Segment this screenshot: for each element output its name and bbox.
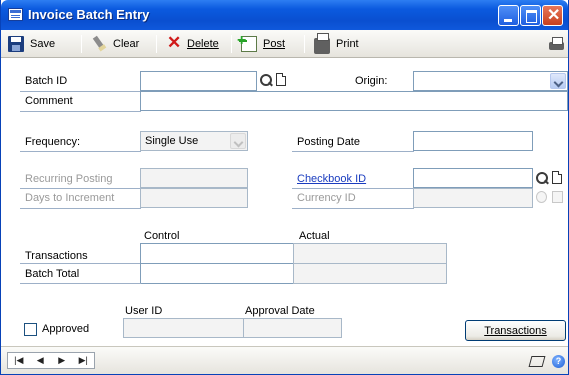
user-id-label: User ID: [125, 305, 163, 317]
delete-button[interactable]: ✕ Delete: [165, 33, 219, 52]
transactions-control-field[interactable]: [140, 243, 294, 264]
window-title: Invoice Batch Entry: [28, 7, 150, 22]
transactions-actual-field: [293, 243, 447, 264]
first-record-button[interactable]: |◀: [8, 353, 30, 368]
toolbar-separator: [231, 35, 232, 53]
post-label: Post: [263, 38, 286, 50]
batch-total-control-field[interactable]: [140, 263, 294, 284]
origin-label: Origin:: [355, 75, 388, 87]
transactions-button[interactable]: Transactions: [465, 320, 566, 341]
actual-column-header: Actual: [299, 230, 330, 242]
days-to-increment-label: Days to Increment: [25, 192, 115, 204]
comment-field[interactable]: [140, 91, 568, 111]
batch-id-field[interactable]: [140, 71, 257, 91]
row-divider: [20, 283, 141, 284]
row-divider: [20, 263, 141, 264]
approval-date-field: [243, 318, 342, 338]
row-divider: [20, 208, 141, 209]
approved-checkbox[interactable]: [24, 323, 37, 336]
days-to-increment-field: [140, 188, 248, 208]
help-icon[interactable]: ?: [552, 355, 565, 368]
control-column-header: Control: [144, 230, 180, 242]
currency-lookup-icon: [536, 191, 547, 203]
previous-record-button[interactable]: ◀: [30, 353, 52, 368]
frequency-label: Frequency:: [25, 136, 81, 148]
user-id-field: [123, 318, 244, 338]
note-icon[interactable]: [276, 73, 286, 86]
lookup-icon[interactable]: [260, 74, 272, 86]
batch-id-label: Batch ID: [25, 75, 68, 87]
row-divider: [292, 208, 414, 209]
posting-date-field[interactable]: [413, 131, 533, 151]
save-icon: [8, 36, 24, 52]
approval-date-label: Approval Date: [245, 305, 315, 317]
row-divider: [292, 188, 414, 189]
last-record-button[interactable]: ▶|: [73, 353, 95, 368]
transactions-button-label: Transactions: [484, 325, 547, 337]
save-button[interactable]: Save: [8, 36, 55, 52]
batch-total-row-label: Batch Total: [25, 268, 80, 280]
toolbar: Save Clear ✕ Delete Post Print: [1, 30, 568, 58]
print-label: Print: [336, 38, 359, 50]
save-label: Save: [30, 38, 56, 50]
origin-dropdown[interactable]: [413, 71, 568, 91]
delete-label: Delete: [187, 38, 219, 50]
recurring-posting-field: [140, 168, 248, 188]
lookup-icon[interactable]: [536, 172, 548, 184]
transactions-row-label: Transactions: [25, 250, 88, 262]
comment-label: Comment: [25, 95, 73, 107]
toolbar-separator: [81, 35, 82, 53]
window-icon: [8, 8, 23, 21]
frequency-dropdown[interactable]: Single Use: [140, 131, 248, 151]
checkbook-id-link[interactable]: Checkbook ID: [297, 173, 366, 185]
next-record-button[interactable]: ▶: [51, 353, 73, 368]
note-icon[interactable]: [552, 171, 562, 184]
post-button[interactable]: Post: [237, 32, 286, 52]
print-window-icon[interactable]: [549, 37, 564, 51]
note-icon[interactable]: [528, 356, 546, 367]
delete-x-icon: ✕: [167, 33, 182, 52]
row-divider: [20, 188, 141, 189]
toolbar-separator: [156, 35, 157, 53]
printer-icon: [314, 33, 330, 54]
recurring-posting-label: Recurring Posting: [25, 173, 113, 185]
row-divider: [20, 111, 141, 112]
chevron-down-icon: [230, 133, 246, 149]
chevron-down-icon[interactable]: [550, 73, 566, 89]
row-divider: [20, 91, 141, 92]
status-bar: |◀ ◀ ▶ ▶| ?: [1, 346, 568, 374]
checkbook-id-field[interactable]: [413, 168, 533, 188]
row-divider: [292, 151, 414, 152]
print-button[interactable]: Print: [314, 33, 359, 54]
clear-button[interactable]: Clear: [91, 36, 139, 52]
invoice-batch-entry-window: Invoice Batch Entry ✕ Save Clear ✕ Delet…: [0, 0, 569, 375]
title-bar: Invoice Batch Entry ✕: [1, 0, 568, 30]
batch-total-actual-field: [293, 263, 447, 284]
currency-id-label: Currency ID: [297, 192, 356, 204]
minimize-button[interactable]: [498, 5, 519, 26]
clear-label: Clear: [113, 38, 140, 50]
toolbar-separator: [304, 35, 305, 53]
row-divider: [20, 151, 141, 152]
posting-date-label: Posting Date: [297, 136, 360, 148]
close-icon: ✕: [547, 7, 561, 24]
eraser-icon: [88, 33, 110, 55]
approved-label: Approved: [42, 323, 90, 335]
maximize-button[interactable]: [520, 5, 541, 26]
currency-id-field: [413, 188, 533, 208]
record-navigation: |◀ ◀ ▶ ▶|: [7, 352, 95, 369]
form-area: Batch ID Origin: Comment Frequency: Sing…: [1, 59, 568, 345]
post-icon: [237, 32, 257, 52]
close-button[interactable]: ✕: [542, 5, 563, 26]
currency-note-icon: [552, 191, 563, 203]
